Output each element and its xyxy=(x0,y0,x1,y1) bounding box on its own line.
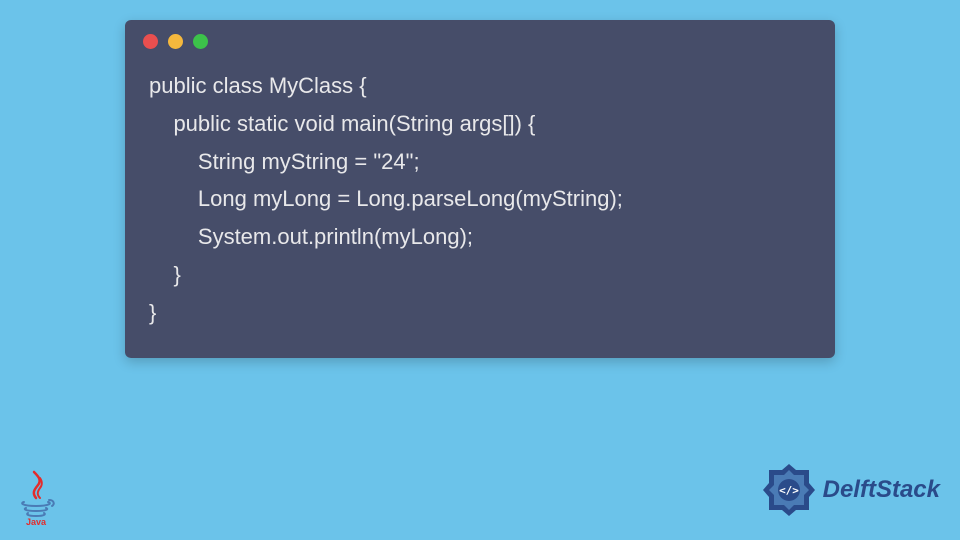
svg-text:Java: Java xyxy=(26,517,47,526)
close-icon[interactable] xyxy=(143,34,158,49)
java-logo-icon: Java xyxy=(14,470,58,526)
code-line: } xyxy=(149,262,181,287)
code-line: public static void main(String args[]) { xyxy=(149,111,535,136)
window-controls xyxy=(125,20,835,59)
code-window: public class MyClass { public static voi… xyxy=(125,20,835,358)
code-line: public class MyClass { xyxy=(149,73,367,98)
delftstack-label: DelftStack xyxy=(823,476,940,504)
delftstack-logo: </> DelftStack xyxy=(761,462,940,518)
code-line: String myString = "24"; xyxy=(149,149,420,174)
code-line: System.out.println(myLong); xyxy=(149,224,473,249)
maximize-icon[interactable] xyxy=(193,34,208,49)
svg-text:</>: </> xyxy=(779,484,799,497)
minimize-icon[interactable] xyxy=(168,34,183,49)
delftstack-badge-icon: </> xyxy=(761,462,817,518)
code-line: } xyxy=(149,300,156,325)
code-line: Long myLong = Long.parseLong(myString); xyxy=(149,186,623,211)
code-block: public class MyClass { public static voi… xyxy=(125,59,835,340)
